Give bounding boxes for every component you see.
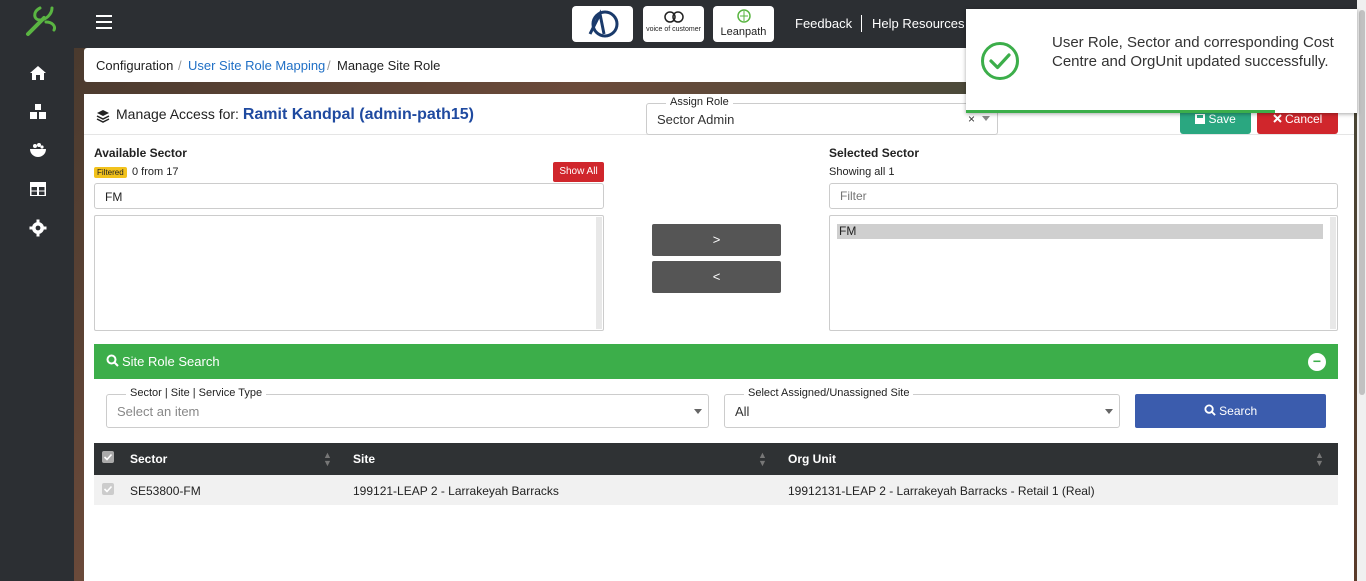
cell-org-unit: 19912131-LEAP 2 - Larrakeyah Barracks - …: [788, 484, 1095, 498]
search-icon: [106, 354, 119, 367]
assigned-site-label: Select Assigned/Unassigned Site: [744, 387, 914, 399]
success-check-icon: [981, 42, 1019, 80]
chevron-down-icon: [694, 409, 702, 414]
voc-logo-icon: [664, 11, 684, 23]
help-resources-link[interactable]: Help Resources: [872, 16, 965, 31]
page-title: Manage Access for: Ramit Kandpal (admin-…: [116, 106, 474, 124]
toast-progress-bar: [966, 110, 1275, 113]
assign-role-value: Sector Admin: [657, 112, 735, 127]
table-row[interactable]: SE53800-FM 199121-LEAP 2 - Larrakeyah Ba…: [94, 475, 1338, 505]
chevron-down-icon: [982, 116, 990, 121]
layers-icon: [96, 110, 110, 123]
breadcrumb-current: Manage Site Role: [337, 58, 441, 73]
selected-filter-input[interactable]: [829, 183, 1338, 209]
close-icon: [1272, 114, 1282, 123]
leanpath-logo-icon: [737, 9, 751, 23]
sidebar: [0, 0, 74, 581]
breadcrumb: Configuration / User Site Role Mapping /…: [84, 48, 984, 82]
gear-icon[interactable]: [28, 218, 48, 238]
success-toast[interactable]: User Role, Sector and corresponding Cost…: [966, 9, 1357, 113]
check-icon: [103, 485, 113, 493]
app-logo-icon[interactable]: [22, 4, 58, 38]
sort-icon[interactable]: ▲ ▼: [1315, 451, 1324, 468]
menu-toggle-button[interactable]: [96, 15, 112, 31]
available-count: 0 from 17: [132, 166, 179, 178]
page-title-user: Ramit Kandpal (admin-path15): [242, 106, 474, 123]
main-panel: [84, 94, 1354, 581]
page-title-prefix: Manage Access for:: [116, 106, 239, 122]
select-all-checkbox[interactable]: [102, 451, 114, 463]
site-role-search-title: Site Role Search: [122, 354, 220, 369]
column-header-org-unit[interactable]: Org Unit: [788, 452, 836, 466]
assigned-site-value: All: [735, 404, 750, 419]
selected-sector-list[interactable]: FM: [829, 215, 1338, 331]
page-scrollbar-thumb[interactable]: [1359, 10, 1365, 395]
check-icon: [103, 453, 113, 461]
sector-site-service-placeholder: Select an item: [117, 404, 200, 419]
cancel-label: Cancel: [1284, 112, 1323, 126]
breadcrumb-user-site-role-mapping[interactable]: User Site Role Mapping: [188, 58, 325, 73]
available-sector-label: Available Sector: [94, 146, 187, 160]
toast-message: User Role, Sector and corresponding Cost…: [1052, 34, 1334, 70]
cell-sector: SE53800-FM: [130, 484, 201, 498]
collapse-button[interactable]: −: [1308, 353, 1326, 371]
cell-site: 199121-LEAP 2 - Larrakeyah Barracks: [353, 484, 559, 498]
bowl-icon[interactable]: [28, 140, 48, 160]
top-divider: [861, 15, 862, 32]
list-item[interactable]: FM: [837, 224, 1323, 239]
hamburger-line: [96, 15, 112, 17]
chevron-down-icon: [1105, 409, 1113, 414]
breadcrumb-separator: /: [178, 58, 182, 73]
assign-role-label: Assign Role: [666, 96, 733, 108]
available-sector-list[interactable]: [94, 215, 604, 331]
scrollbar[interactable]: [596, 217, 602, 329]
row-checkbox[interactable]: [102, 483, 114, 495]
ad-logo-icon: [588, 9, 619, 38]
breadcrumb-separator: /: [327, 58, 331, 73]
search-icon: [1204, 404, 1216, 416]
scrollbar[interactable]: [1330, 217, 1336, 329]
hamburger-line: [96, 21, 112, 23]
site-role-search-header[interactable]: Site Role Search −: [94, 344, 1338, 379]
brand-logo-ad[interactable]: [572, 6, 633, 42]
sort-icon[interactable]: ▲ ▼: [758, 451, 767, 468]
clear-icon[interactable]: ×: [968, 112, 975, 126]
boxes-icon[interactable]: [28, 102, 48, 122]
save-icon: [1195, 114, 1206, 124]
leanpath-logo-text: Leanpath: [720, 26, 767, 38]
selected-count: Showing all 1: [829, 166, 895, 178]
table-header: Sector ▲ ▼ Site ▲ ▼ Org Unit ▲ ▼: [94, 443, 1338, 475]
sort-icon[interactable]: ▲ ▼: [323, 451, 332, 468]
save-label: Save: [1208, 112, 1236, 126]
home-icon[interactable]: [28, 63, 48, 83]
selected-sector-label: Selected Sector: [829, 146, 920, 160]
table-icon[interactable]: [28, 179, 48, 199]
brand-logo-leanpath[interactable]: Leanpath: [713, 6, 774, 42]
sector-site-service-label: Sector | Site | Service Type: [126, 387, 267, 399]
feedback-link[interactable]: Feedback: [795, 16, 852, 31]
filtered-badge: Filtered: [94, 167, 127, 178]
assigned-site-select[interactable]: All: [724, 394, 1120, 428]
search-button[interactable]: Search: [1135, 394, 1326, 428]
move-right-button[interactable]: >: [652, 224, 781, 256]
column-header-site[interactable]: Site: [353, 452, 375, 466]
brand-logo-voc[interactable]: voice of customer: [643, 6, 704, 42]
column-header-sector[interactable]: Sector: [130, 452, 167, 466]
hamburger-line: [96, 27, 112, 29]
sector-site-service-select[interactable]: Select an item: [106, 394, 709, 428]
breadcrumb-configuration[interactable]: Configuration: [96, 58, 173, 73]
available-filter-input[interactable]: FM: [94, 183, 604, 209]
show-all-button[interactable]: Show All: [553, 162, 604, 182]
search-label: Search: [1219, 404, 1258, 418]
move-left-button[interactable]: <: [652, 261, 781, 293]
